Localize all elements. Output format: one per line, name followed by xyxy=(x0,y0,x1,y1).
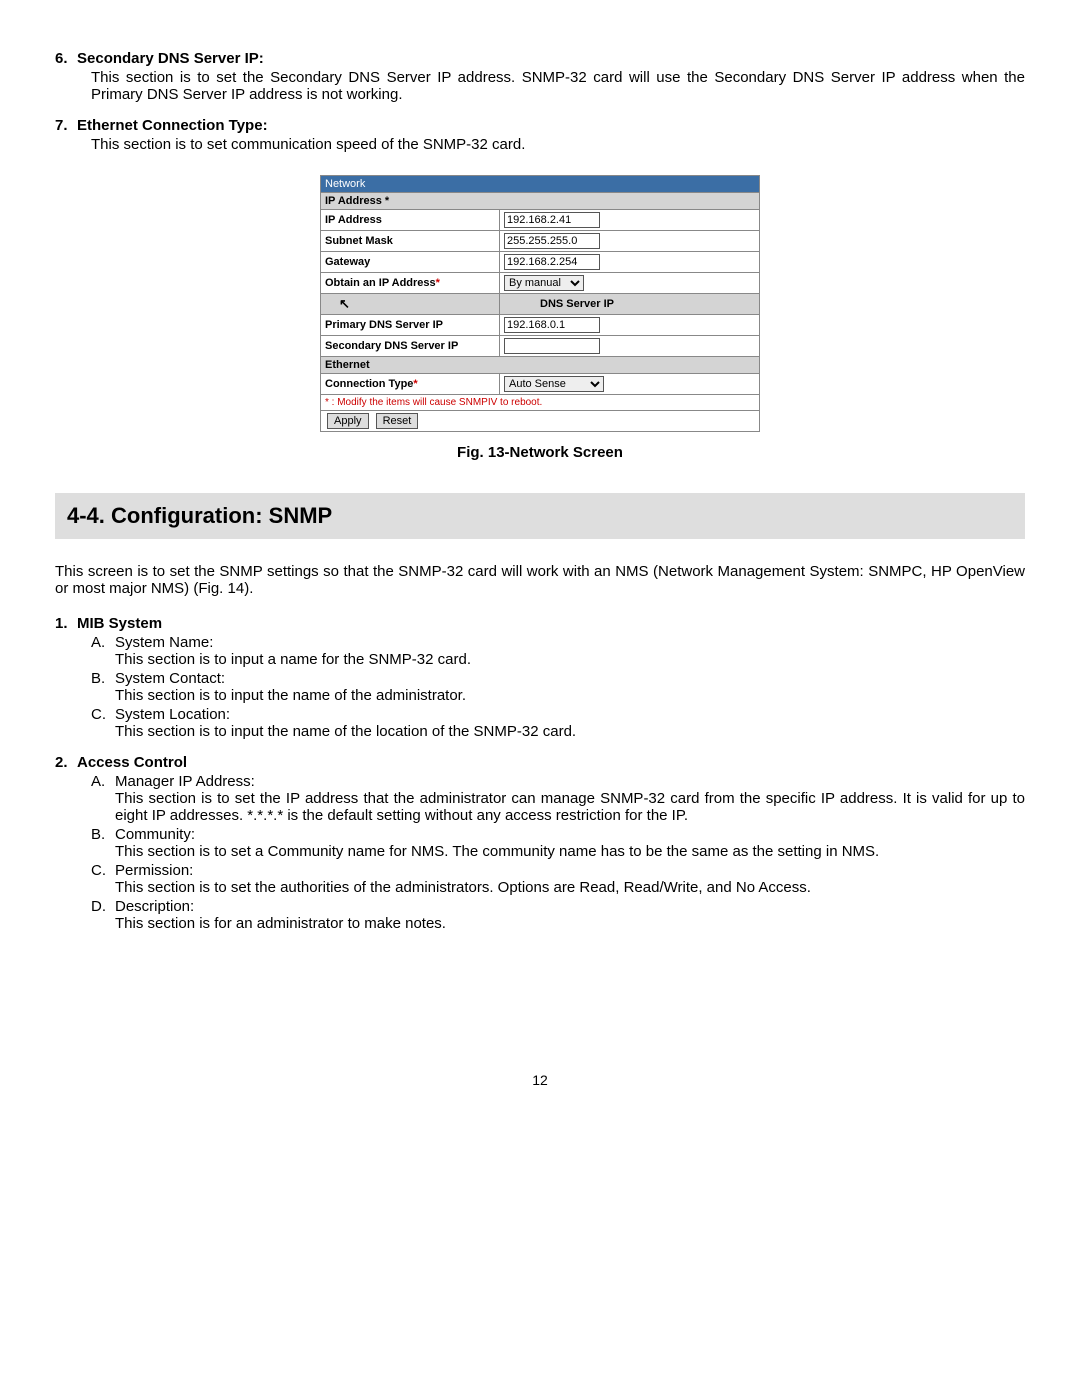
input-secondary-dns[interactable] xyxy=(504,338,600,354)
snmp-intro-paragraph: This screen is to set the SNMP settings … xyxy=(55,563,1025,597)
table-title: Network xyxy=(321,176,760,193)
reset-button[interactable]: Reset xyxy=(376,413,419,429)
label-secondary-dns: Secondary DNS Server IP xyxy=(321,336,500,357)
input-subnet-mask[interactable] xyxy=(504,233,600,249)
item-number: 2. xyxy=(55,754,77,771)
list-item-7: 7.Ethernet Connection Type: This section… xyxy=(55,117,1025,153)
label-ip-address: IP Address xyxy=(321,210,500,231)
cursor-cell: ↖ xyxy=(321,294,500,315)
select-obtain-ip[interactable]: By manual xyxy=(504,275,584,291)
section-heading-snmp: 4-4. Configuration: SNMP xyxy=(55,493,1025,539)
label-subnet-mask: Subnet Mask xyxy=(321,231,500,252)
numbered-list-snmp: 1.MIB System A.System Name: This section… xyxy=(55,615,1025,932)
apply-button[interactable]: Apply xyxy=(327,413,369,429)
reboot-warning: * : Modify the items will cause SNMPIV t… xyxy=(321,395,760,411)
label-connection-type: Connection Type* xyxy=(321,374,500,395)
list-item-access-control: 2.Access Control A.Manager IP Address: T… xyxy=(55,754,1025,932)
figure-caption: Fig. 13-Network Screen xyxy=(55,444,1025,461)
section-dns: DNS Server IP xyxy=(500,294,760,315)
list-item-mib-system: 1.MIB System A.System Name: This section… xyxy=(55,615,1025,740)
network-config-table: Network IP Address * IP Address Subnet M… xyxy=(320,175,760,432)
section-ethernet: Ethernet xyxy=(321,357,760,374)
section-ip-address: IP Address * xyxy=(321,193,760,210)
input-ip-address[interactable] xyxy=(504,212,600,228)
input-gateway[interactable] xyxy=(504,254,600,270)
numbered-list-top: 6.Secondary DNS Server IP: This section … xyxy=(55,50,1025,153)
label-gateway: Gateway xyxy=(321,252,500,273)
item-title: Ethernet Connection Type: xyxy=(77,117,268,134)
figure-network-screen: Network IP Address * IP Address Subnet M… xyxy=(55,175,1025,461)
list-item-6: 6.Secondary DNS Server IP: This section … xyxy=(55,50,1025,103)
select-connection-type[interactable]: Auto Sense xyxy=(504,376,604,392)
item-title: Secondary DNS Server IP: xyxy=(77,50,264,67)
page-number: 12 xyxy=(55,1072,1025,1088)
item-body: This section is to set the Secondary DNS… xyxy=(91,69,1025,103)
item-body: This section is to set communication spe… xyxy=(91,136,1025,153)
input-primary-dns[interactable] xyxy=(504,317,600,333)
button-row: Apply Reset xyxy=(321,411,760,432)
item-number: 6. xyxy=(55,50,77,67)
cursor-icon: ↖ xyxy=(339,296,350,311)
item-title: Access Control xyxy=(77,754,187,771)
item-number: 1. xyxy=(55,615,77,632)
label-primary-dns: Primary DNS Server IP xyxy=(321,315,500,336)
label-obtain-ip: Obtain an IP Address* xyxy=(321,273,500,294)
item-title: MIB System xyxy=(77,615,162,632)
item-number: 7. xyxy=(55,117,77,134)
